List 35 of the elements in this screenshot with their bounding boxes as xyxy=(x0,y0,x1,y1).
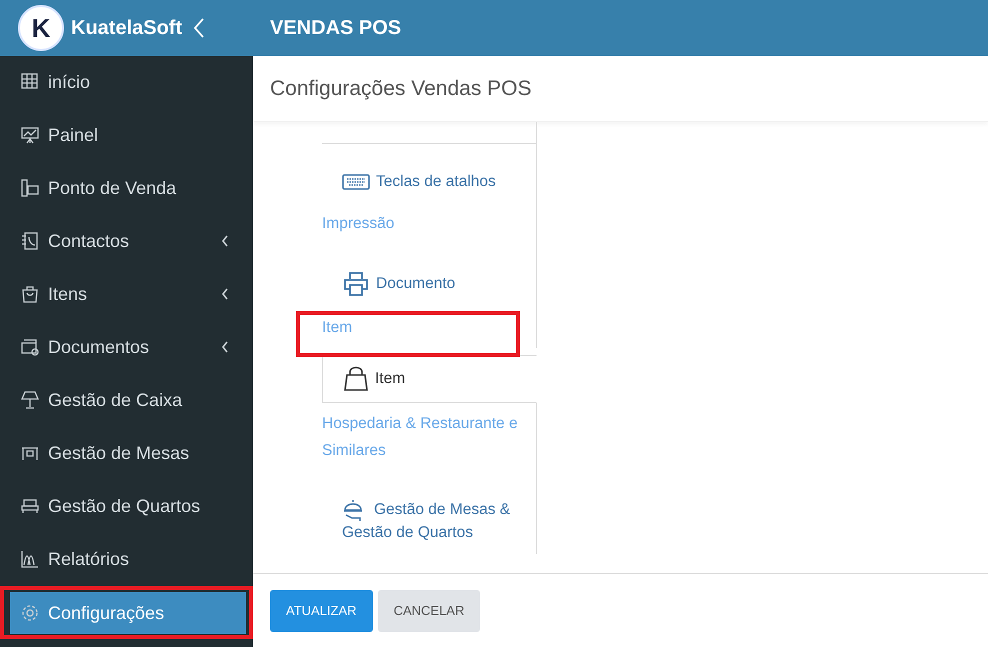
settings-tab[interactable]: Documento xyxy=(322,244,537,307)
sidebar-item[interactable]: início xyxy=(10,61,243,103)
sidebar-item[interactable]: Gestão de Quartos xyxy=(10,485,243,527)
brand-name: KuatelaSoft xyxy=(71,16,182,40)
group-label: Hospedaria & Restaurante e Similares xyxy=(322,414,519,461)
settings-tab[interactable]: Item xyxy=(322,355,537,403)
sidebar-item[interactable]: Ponto de Venda xyxy=(10,167,243,209)
menu-item-icon xyxy=(20,603,40,623)
sidebar-item[interactable]: Itens xyxy=(10,273,243,315)
sidebar-item[interactable]: Documentos xyxy=(10,326,243,368)
settings-tab[interactable]: Gestão de Mesas & Gestão de Quartos xyxy=(322,471,537,554)
printer-icon xyxy=(342,271,370,297)
sidebar-item[interactable]: Painel xyxy=(10,114,243,156)
content-title: Configurações Vendas POS xyxy=(270,76,532,100)
menu-item-icon xyxy=(20,125,40,145)
menu-item-icon xyxy=(20,284,40,304)
sidebar-item[interactable]: Gestão de Caixa xyxy=(10,379,243,421)
page-title: VENDAS POS xyxy=(270,16,402,40)
menu-item-icon xyxy=(20,337,40,357)
bag-icon xyxy=(343,366,369,392)
menu-item-icon xyxy=(20,231,40,251)
sidebar-item[interactable]: Contactos xyxy=(10,220,243,262)
keyboard-icon xyxy=(342,174,370,190)
cancel-button[interactable]: CANCELAR xyxy=(378,590,480,632)
sidebar-item[interactable]: Configurações xyxy=(10,592,246,634)
settings-tab[interactable]: Teclas de atalhos xyxy=(322,144,537,203)
group-label: Item xyxy=(322,318,354,338)
sidebar-item[interactable]: Gestão de Mesas xyxy=(10,432,243,474)
sidebar-item[interactable]: Relatórios xyxy=(10,538,243,580)
chevron-left-icon[interactable] xyxy=(193,18,206,38)
logo-icon: K xyxy=(18,5,64,51)
menu-item-icon xyxy=(20,549,40,569)
menu-item-icon xyxy=(20,178,40,198)
group-label: Impressão xyxy=(322,214,396,234)
menu-item-icon xyxy=(20,390,40,410)
